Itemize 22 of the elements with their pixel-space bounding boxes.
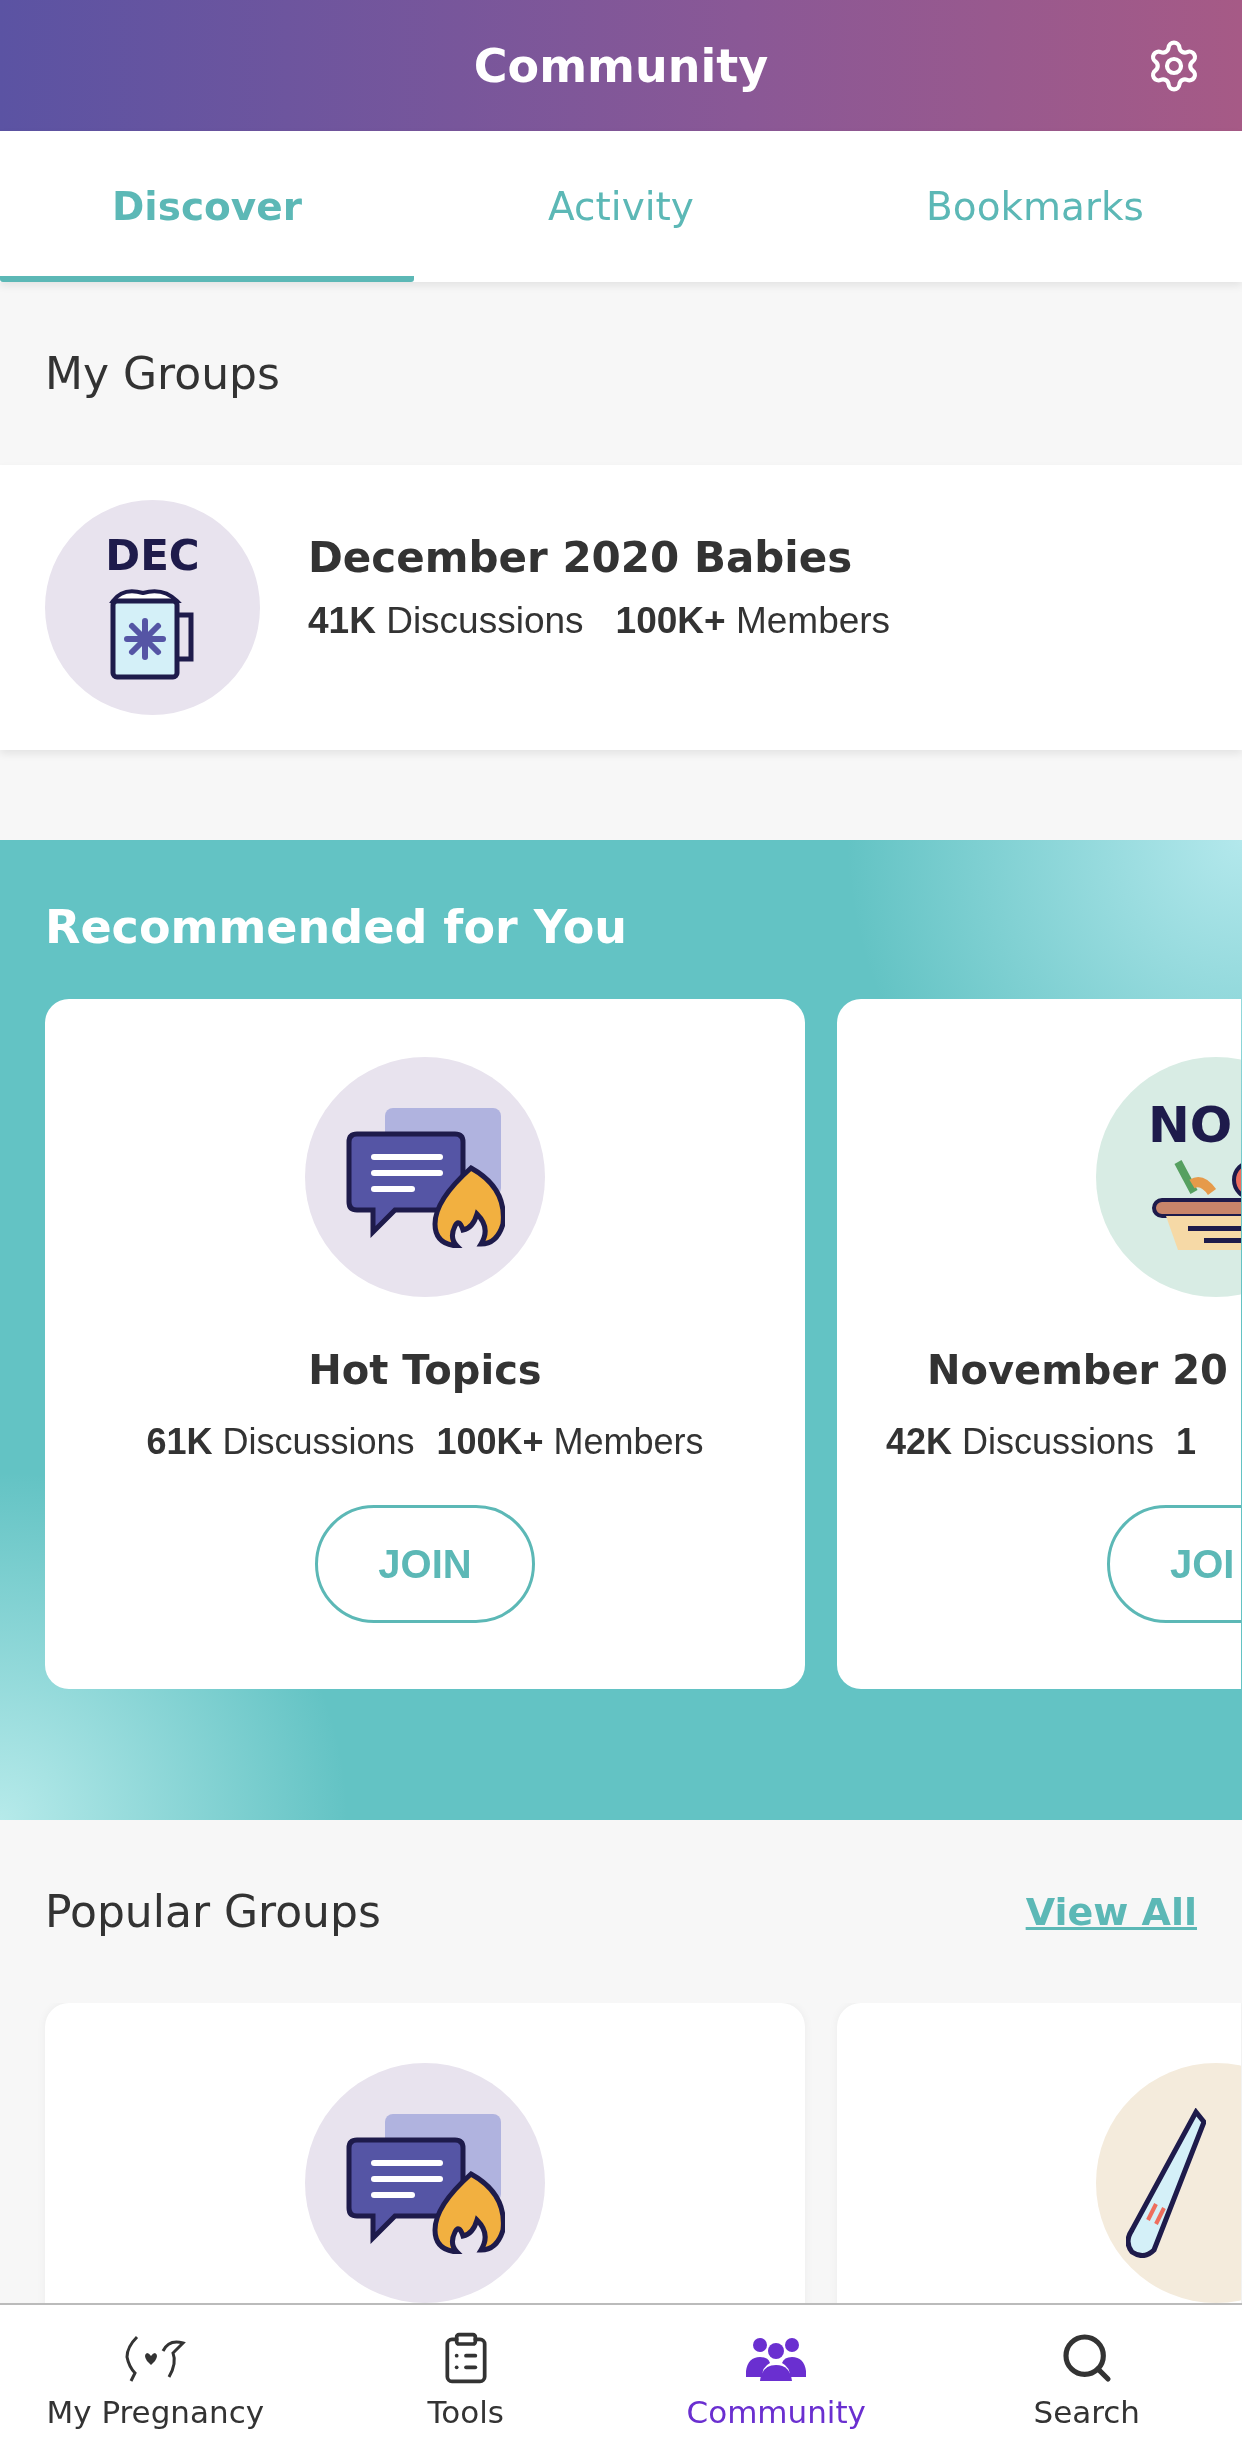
member-count: 100K+ Members [436,1421,704,1463]
nav-item[interactable]: Community [621,2305,932,2454]
month-label: NO [1148,1100,1233,1150]
section-title: My Groups [45,348,280,399]
section-title: Recommended for You [45,900,629,954]
group-name: Hot Topics [308,1347,542,1393]
screen-title: Community [473,38,769,93]
nav-item[interactable]: My Pregnancy [0,2305,311,2454]
nav-item[interactable]: Search [931,2305,1242,2454]
member-count: 100K+ Members [615,600,891,642]
group-name: November 20 [927,1347,1228,1393]
discussion-count: 41K Discussions [308,600,584,642]
discussion-count: 61K Discussions [146,1421,415,1463]
group-card[interactable]: NO November 20 42K Discussions 1 JOI [837,999,1241,1689]
group-card[interactable]: Hot Topics 61K Discussions 100K+ Members JOIN [45,999,805,1689]
group-name: December 2020 Babies [308,533,854,582]
nav-item[interactable]: Tools [310,2305,621,2454]
section-title: Popular Groups [45,1886,381,1937]
group-row[interactable]: DEC December 2020 Babies 41K Discussions 100K+ Members [0,465,1242,750]
member-count: 1 [1176,1421,1197,1463]
month-label: DEC [105,534,200,577]
discussion-count: 42K Discussions [886,1421,1155,1463]
